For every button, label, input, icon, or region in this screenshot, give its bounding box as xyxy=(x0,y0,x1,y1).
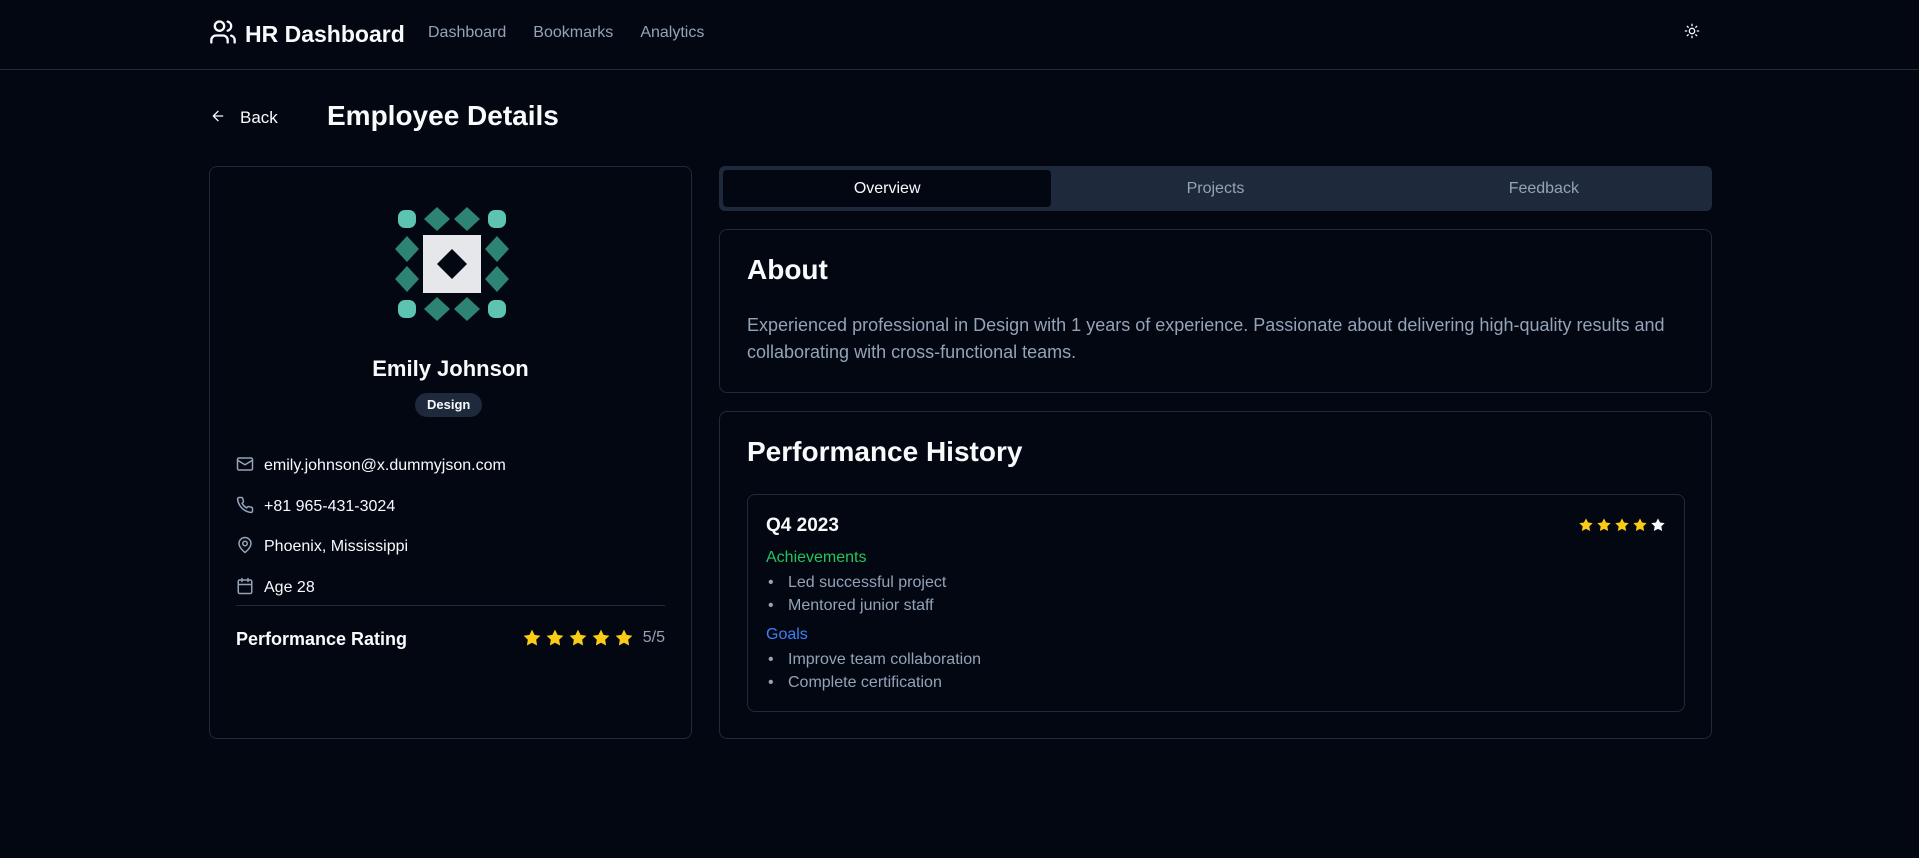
mail-icon xyxy=(236,455,254,478)
nav-analytics[interactable]: Analytics xyxy=(640,24,704,42)
users-icon xyxy=(209,18,237,51)
star-filled-icon xyxy=(546,629,564,646)
tab-overview[interactable]: Overview xyxy=(723,170,1052,207)
theme-toggle-button[interactable] xyxy=(1680,21,1704,45)
achievements-list: Led successful project Mentored junior s… xyxy=(766,571,946,617)
rating-label: Performance Rating xyxy=(236,629,408,649)
rating-value: 5/5 xyxy=(642,629,665,646)
review-stars xyxy=(1578,517,1666,533)
review-quarter: Q4 2023 xyxy=(766,515,839,536)
about-card: About Experienced professional in Design… xyxy=(719,229,1712,393)
performance-title: Performance History xyxy=(747,436,1023,467)
email-row: emily.johnson@x.dummyjson.com xyxy=(236,455,506,477)
goals-list: Improve team collaboration Complete cert… xyxy=(766,648,981,694)
back-button[interactable]: Back xyxy=(210,103,278,133)
profile-card: Emily Johnson Design emily.johnson@x.dum… xyxy=(209,166,692,739)
list-item: Mentored junior staff xyxy=(766,594,946,617)
email-text[interactable]: emily.johnson@x.dummyjson.com xyxy=(264,457,506,475)
star-filled-icon xyxy=(523,629,541,646)
list-item: Led successful project xyxy=(766,571,946,594)
star-filled-icon xyxy=(592,629,610,646)
review-item: Q4 2023 Achievements Led successful proj… xyxy=(747,494,1685,712)
phone-icon xyxy=(236,496,254,519)
employee-name: Emily Johnson xyxy=(372,356,529,381)
about-title: About xyxy=(747,254,828,285)
tab-list: Overview Projects Feedback xyxy=(719,166,1712,211)
sun-icon xyxy=(1684,23,1700,44)
location-text: Phoenix, Mississippi xyxy=(264,538,409,555)
achievements-label: Achievements xyxy=(766,549,867,566)
star-filled-icon xyxy=(569,629,587,646)
star-filled-icon xyxy=(1597,518,1611,532)
department-badge: Design xyxy=(415,393,483,417)
calendar-icon xyxy=(236,577,254,600)
performance-rating: Performance Rating 5/5 xyxy=(236,627,665,653)
rating-stars: 5/5 xyxy=(522,628,665,648)
performance-card: Performance History Q4 2023 Achievements… xyxy=(719,411,1712,739)
star-filled-icon xyxy=(1615,518,1629,532)
list-item: Complete certification xyxy=(766,671,981,694)
age-row: Age 28 xyxy=(236,577,315,599)
goals-label: Goals xyxy=(766,626,808,643)
arrow-left-icon xyxy=(210,108,226,129)
about-text: Experienced professional in Design with … xyxy=(747,315,1665,362)
divider xyxy=(236,605,665,606)
brand-title: HR Dashboard xyxy=(245,20,405,47)
tab-projects[interactable]: Projects xyxy=(1051,170,1379,207)
nav-dashboard[interactable]: Dashboard xyxy=(428,24,506,42)
location-row: Phoenix, Mississippi xyxy=(236,536,408,558)
avatar xyxy=(393,205,511,323)
page-title: Employee Details xyxy=(327,100,559,131)
star-filled-icon xyxy=(1633,518,1647,532)
age-text: Age 28 xyxy=(264,579,315,596)
star-filled-icon xyxy=(1579,518,1593,532)
phone-text: +81 965-431-3024 xyxy=(264,498,396,515)
nav-bookmarks[interactable]: Bookmarks xyxy=(533,24,613,42)
brand[interactable]: HR Dashboard xyxy=(209,18,405,51)
main-nav: Dashboard Bookmarks Analytics xyxy=(428,24,704,42)
top-header: HR Dashboard Dashboard Bookmarks Analyti… xyxy=(0,0,1919,70)
star-filled-icon xyxy=(615,629,633,646)
back-label: Back xyxy=(240,108,278,127)
map-pin-icon xyxy=(236,536,254,559)
list-item: Improve team collaboration xyxy=(766,648,981,671)
tab-feedback[interactable]: Feedback xyxy=(1380,170,1708,207)
phone-row: +81 965-431-3024 xyxy=(236,496,395,518)
star-empty-icon xyxy=(1651,518,1665,532)
